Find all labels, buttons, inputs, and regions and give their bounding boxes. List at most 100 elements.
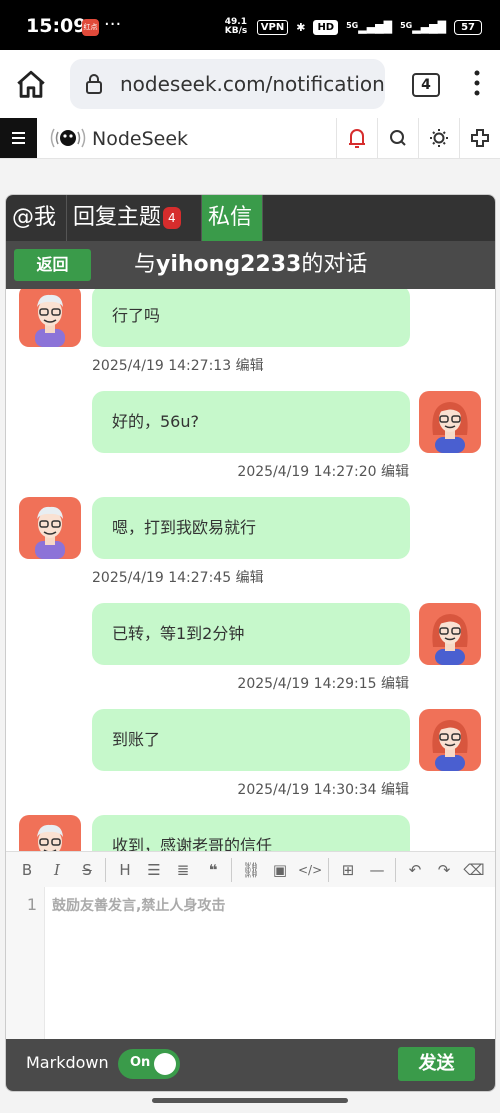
toolbar-divider	[105, 858, 106, 882]
message-row: 好的，56u? 2025/4/19 14:27:20 编辑	[6, 391, 495, 491]
status-indicators: 49.1 KB/s VPN ✱ HD 5G▂▄▆█ 5G▂▄▆█ 57	[225, 18, 482, 36]
more-vertical-icon[interactable]	[473, 68, 481, 98]
message-bubble: 嗯，打到我欧易就行	[92, 497, 410, 559]
message-row: 到账了 2025/4/19 14:30:34 编辑	[6, 709, 495, 809]
message-list[interactable]: 行了吗 2025/4/19 14:27:13 编辑 好的，56u? 2025/4/19…	[6, 289, 495, 851]
toggle-state-label: On	[130, 1055, 151, 1070]
url-text[interactable]: nodeseek.com/notification#/m	[120, 72, 385, 96]
edit-message-link[interactable]: 编辑	[381, 782, 409, 798]
tab-reply[interactable]: 回复主题 4	[67, 195, 202, 241]
notification-tabs: @我 回复主题 4 私信	[6, 195, 495, 241]
message-bubble: 收到，感谢老哥的信任	[92, 815, 410, 851]
message-bubble: 已转，等1到2分钟	[92, 603, 410, 665]
tab-at-me-label: @我	[12, 205, 57, 230]
conversation-title: 与yihong2233的对话	[134, 252, 368, 277]
address-bar[interactable]: nodeseek.com/notification#/m	[70, 59, 385, 109]
vpn-icon: VPN	[256, 19, 289, 35]
site-name[interactable]: NodeSeek	[92, 128, 188, 150]
message-panel: @我 回复主题 4 私信 返回 与yihong2233的对话 行了吗 2025/4/…	[5, 194, 496, 1092]
strikethrough-icon[interactable]: S	[76, 859, 98, 881]
toolbar-divider	[231, 858, 232, 882]
peer-avatar[interactable]	[19, 497, 81, 559]
tab-pm-label: 私信	[208, 205, 253, 230]
message-bubble: 到账了	[92, 709, 410, 771]
message-row: 嗯，打到我欧易就行 2025/4/19 14:27:45 编辑	[6, 497, 495, 597]
tab-private-message[interactable]: 私信	[202, 195, 263, 241]
toolbar-divider	[395, 858, 396, 882]
my-avatar[interactable]	[419, 391, 481, 453]
toggle-knob[interactable]	[154, 1053, 176, 1075]
edit-message-link[interactable]: 编辑	[381, 464, 409, 480]
conversation-header: 返回 与yihong2233的对话	[6, 241, 495, 289]
redo-icon[interactable]: ↷	[433, 859, 455, 881]
ordered-list-icon[interactable]: ≣	[172, 859, 194, 881]
edit-message-link[interactable]: 编辑	[236, 358, 264, 374]
quote-icon[interactable]: ❝	[202, 859, 224, 881]
battery-icon: 57	[454, 19, 482, 35]
message-bubble: 好的，56u?	[92, 391, 410, 453]
heading-icon[interactable]: H	[114, 859, 136, 881]
lock-icon[interactable]	[82, 72, 106, 96]
bullet-list-icon[interactable]: ☰	[143, 859, 165, 881]
message-meta: 2025/4/19 14:27:20 编辑	[237, 461, 409, 481]
edit-message-link[interactable]: 编辑	[381, 676, 409, 692]
conversation-user: yihong2233	[156, 252, 302, 277]
message-timestamp: 2025/4/19 14:29:15	[237, 676, 377, 692]
net-speed: 49.1 KB/s	[224, 17, 248, 36]
message-row: 行了吗 2025/4/19 14:27:13 编辑	[6, 289, 495, 385]
image-icon[interactable]: ▣	[269, 859, 291, 881]
home-icon[interactable]	[14, 68, 48, 102]
send-button[interactable]: 发送	[398, 1047, 475, 1081]
reply-count-badge: 4	[163, 207, 181, 229]
peer-avatar[interactable]	[19, 289, 81, 347]
hamburger-menu-icon[interactable]	[0, 118, 37, 158]
new-post-icon[interactable]	[459, 118, 500, 158]
signal2-icon: 5G▂▄▆█	[400, 20, 447, 34]
horizontal-rule-icon[interactable]: —	[366, 859, 388, 881]
markdown-toggle[interactable]: On	[118, 1049, 180, 1079]
line-number: 1	[26, 895, 37, 914]
peer-avatar[interactable]	[19, 815, 81, 851]
home-indicator[interactable]	[152, 1098, 348, 1103]
undo-icon[interactable]: ↶	[404, 859, 426, 881]
message-timestamp: 2025/4/19 14:27:13	[92, 358, 232, 374]
bold-icon[interactable]: B	[16, 859, 38, 881]
editor-toolbar: B I S H ☰ ≣ ❝ ⛓ ▣ </> ⊞ — ↶ ↷ ⌫	[6, 851, 495, 889]
site-header: NodeSeek	[0, 118, 500, 159]
status-bar: 15:09 红点 ··· 49.1 KB/s VPN ✱ HD 5G▂▄▆█ 5…	[0, 0, 500, 50]
message-editor[interactable]: 1 鼓励友善发言,禁止人身攻击	[6, 887, 495, 1039]
message-row: 已转，等1到2分钟 2025/4/19 14:29:15 编辑	[6, 603, 495, 703]
my-avatar[interactable]	[419, 603, 481, 665]
notification-bell-icon[interactable]	[336, 118, 377, 158]
tab-switcher-button[interactable]: 4	[412, 73, 440, 97]
message-row: 收到，感谢老哥的信任	[6, 815, 495, 851]
table-icon[interactable]: ⊞	[337, 859, 359, 881]
hd-icon: HD	[313, 19, 339, 35]
message-meta: 2025/4/19 14:30:34 编辑	[237, 779, 409, 799]
eraser-icon[interactable]: ⌫	[463, 859, 485, 881]
markdown-label: Markdown	[26, 1053, 109, 1072]
code-icon[interactable]: </>	[298, 859, 322, 881]
edit-message-link[interactable]: 编辑	[236, 570, 264, 586]
toolbar-divider	[328, 858, 329, 882]
back-button[interactable]: 返回	[14, 249, 91, 281]
message-timestamp: 2025/4/19 14:27:20	[237, 464, 377, 480]
message-meta: 2025/4/19 14:29:15 编辑	[237, 673, 409, 693]
app-notification-icon: 红点	[82, 19, 99, 36]
message-timestamp: 2025/4/19 14:27:45	[92, 570, 232, 586]
message-timestamp: 2025/4/19 14:30:34	[237, 782, 377, 798]
search-icon[interactable]	[377, 118, 418, 158]
link-icon[interactable]: ⛓	[240, 859, 262, 881]
editor-placeholder[interactable]: 鼓励友善发言,禁止人身攻击	[52, 895, 225, 915]
my-avatar[interactable]	[419, 709, 481, 771]
theme-sun-icon[interactable]	[418, 118, 459, 158]
italic-icon[interactable]: I	[46, 859, 68, 881]
line-number-gutter: 1	[6, 887, 45, 1039]
status-time: 15:09	[26, 15, 87, 37]
message-bubble: 行了吗	[92, 289, 410, 347]
status-more-icon: ···	[104, 14, 122, 35]
tab-at-me[interactable]: @我	[6, 195, 67, 241]
bluetooth-icon: ✱	[296, 20, 306, 34]
nodeseek-logo-icon[interactable]	[48, 124, 88, 152]
message-meta: 2025/4/19 14:27:45 编辑	[92, 567, 264, 587]
